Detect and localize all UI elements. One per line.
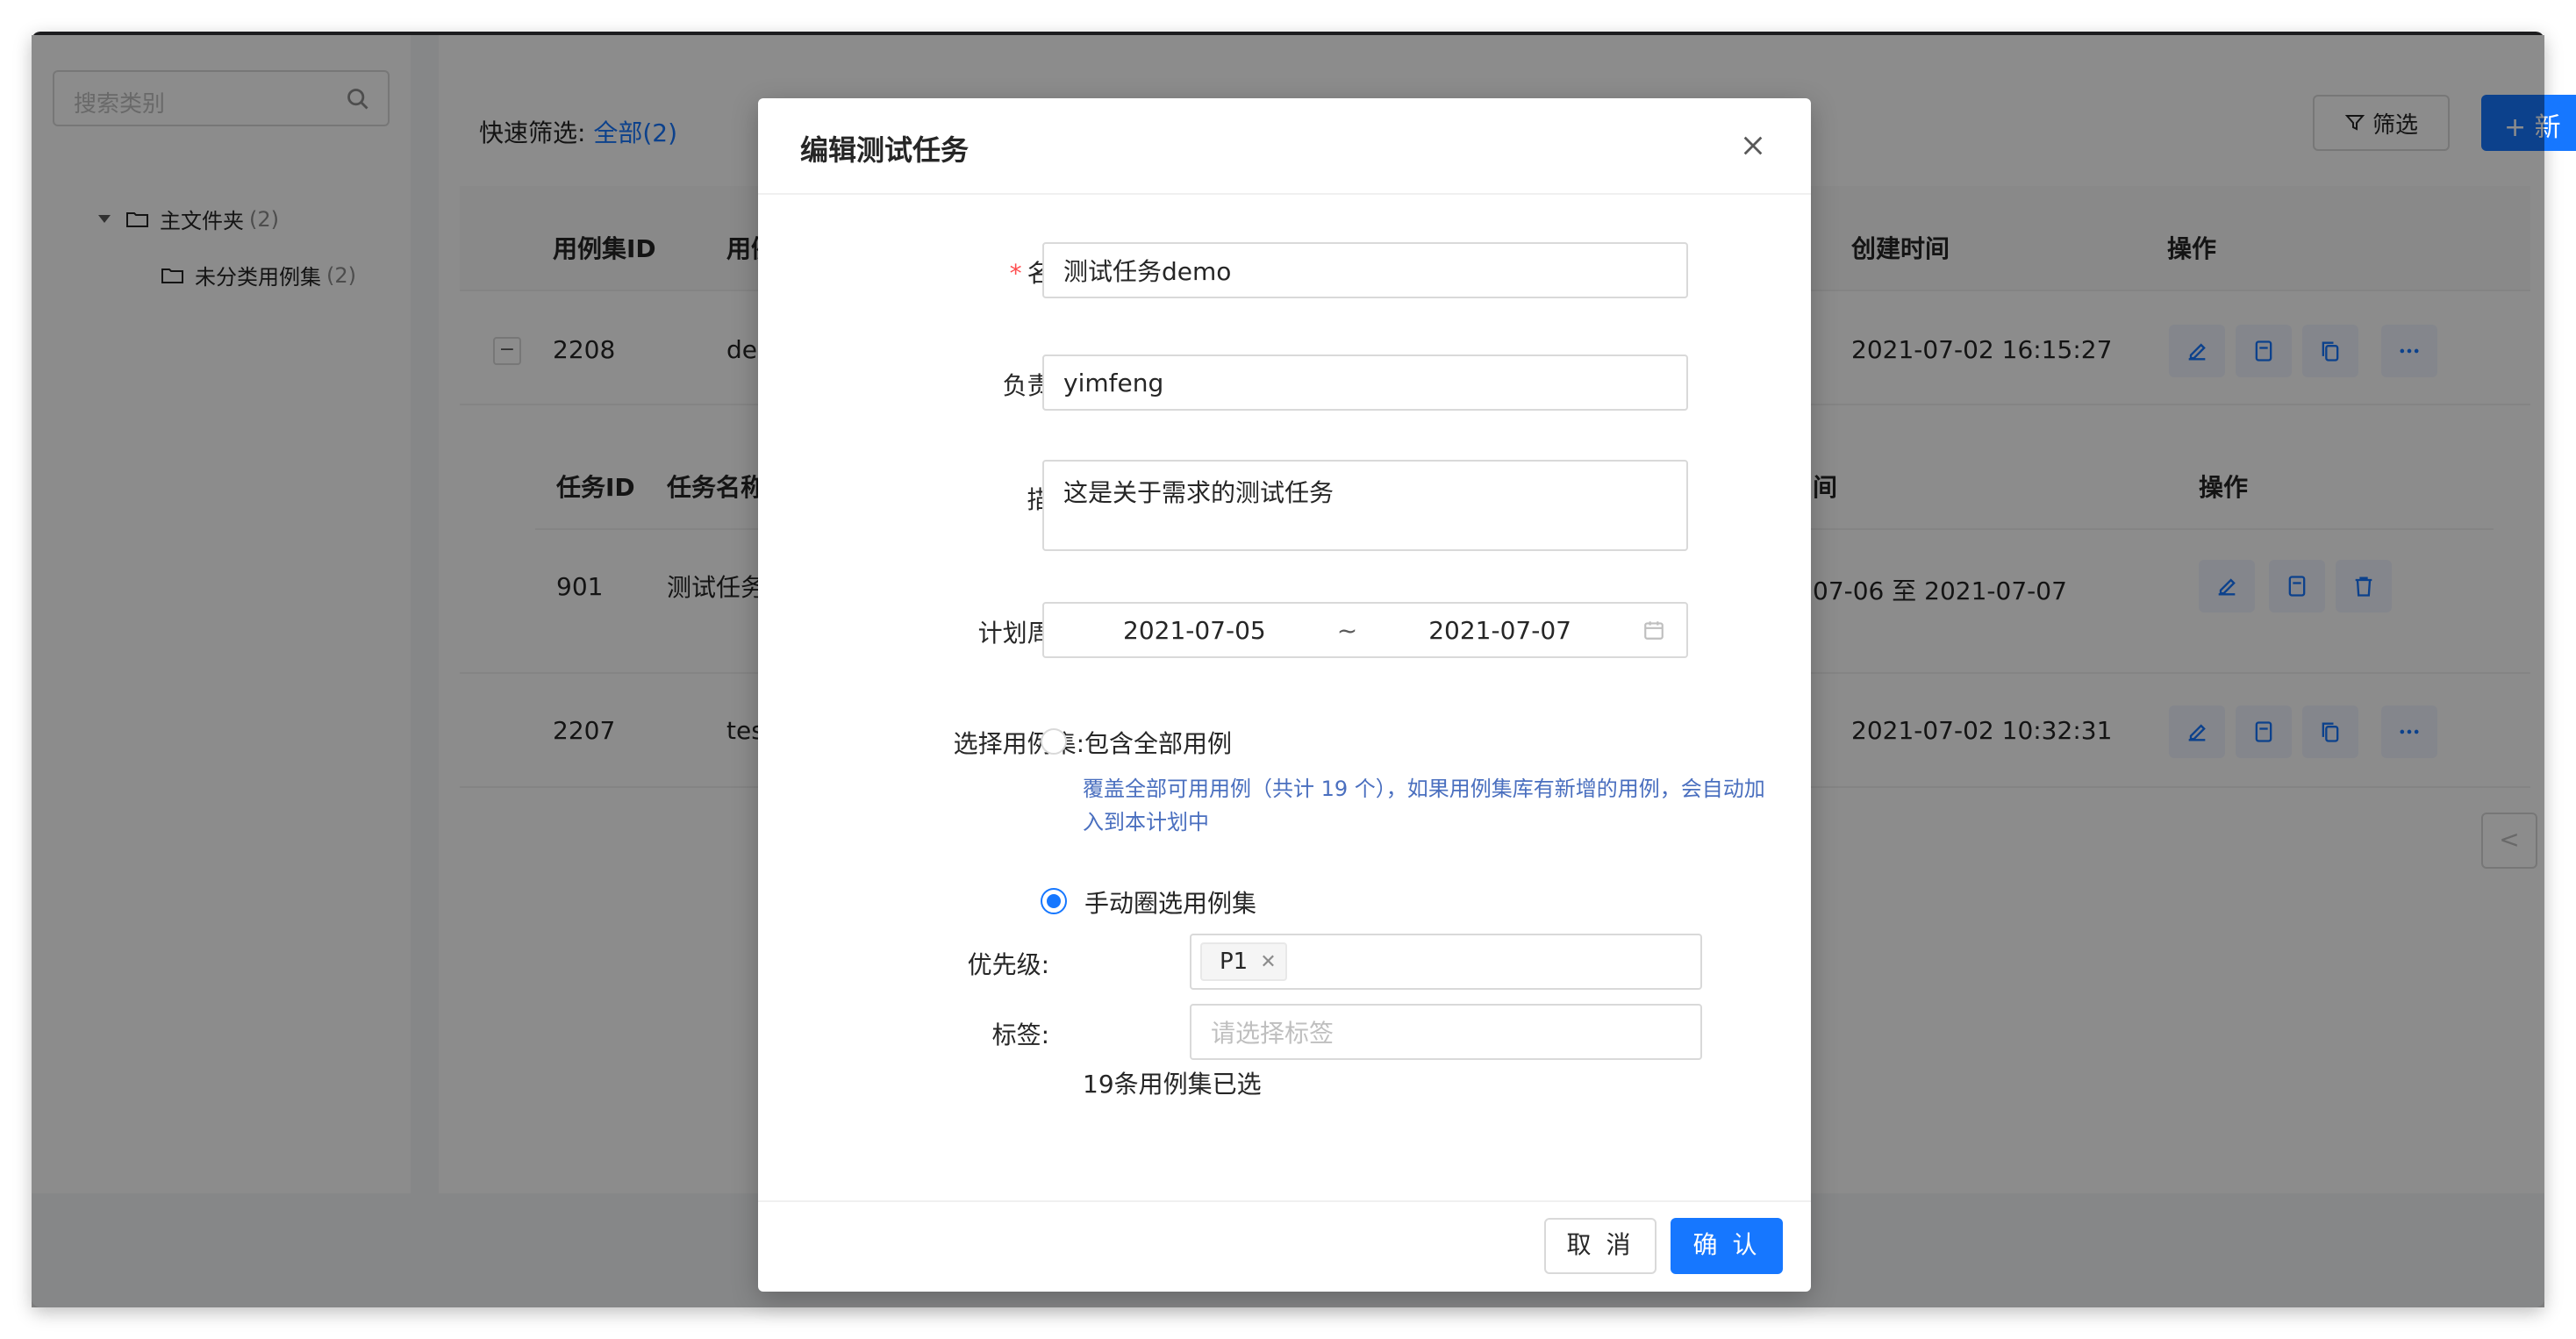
- tag-placeholder: 请选择标签: [1211, 1019, 1335, 1048]
- priority-label: 优先级:: [967, 950, 1049, 979]
- confirm-button[interactable]: 确 认: [1671, 1218, 1783, 1274]
- tag-select[interactable]: 请选择标签: [1190, 1004, 1702, 1060]
- radio-manual-cases-label[interactable]: 手动圈选用例集: [1084, 884, 1256, 920]
- all-cases-hint: 覆盖全部可用用例（共计 19 个），如果用例集库有新增的用例，会自动加入到本计划…: [1083, 777, 1765, 834]
- date-separator: ~: [1336, 615, 1358, 645]
- task-name-input[interactable]: 测试任务demo: [1042, 242, 1688, 298]
- selected-count: 19条用例集已选: [1083, 1070, 1262, 1099]
- description-textarea[interactable]: 这是关于需求的测试任务: [1042, 460, 1688, 551]
- radio-all-cases-label[interactable]: 包含全部用例: [1084, 725, 1232, 760]
- cancel-button[interactable]: 取 消: [1544, 1218, 1657, 1274]
- end-date[interactable]: 2021-07-07: [1428, 616, 1571, 645]
- modal-header-divider: [758, 193, 1811, 195]
- priority-tag: P1 ✕: [1200, 942, 1287, 981]
- modal-footer-divider: [758, 1200, 1811, 1202]
- owner-input[interactable]: yimfeng: [1042, 354, 1688, 411]
- radio-manual-cases[interactable]: [1041, 888, 1067, 914]
- description-value: 这是关于需求的测试任务: [1063, 478, 1335, 507]
- tag-label: 标签:: [991, 1020, 1049, 1049]
- start-date[interactable]: 2021-07-05: [1123, 616, 1266, 645]
- priority-select[interactable]: P1 ✕: [1190, 934, 1702, 990]
- date-range-picker[interactable]: 2021-07-05 ~ 2021-07-07: [1042, 602, 1688, 658]
- owner-value: yimfeng: [1063, 368, 1164, 397]
- calendar-icon: [1644, 621, 1664, 640]
- task-name-value: 测试任务demo: [1063, 257, 1232, 286]
- priority-tag-label: P1: [1220, 949, 1249, 975]
- radio-all-cases[interactable]: [1041, 728, 1067, 755]
- modal-title: 编辑测试任务: [800, 133, 970, 167]
- edit-task-modal: 编辑测试任务 *名称: 测试任务demo 负责人: yimfeng 描述: 这是…: [758, 98, 1811, 1292]
- tag-close-icon[interactable]: ✕: [1260, 951, 1276, 973]
- close-icon[interactable]: [1741, 133, 1765, 158]
